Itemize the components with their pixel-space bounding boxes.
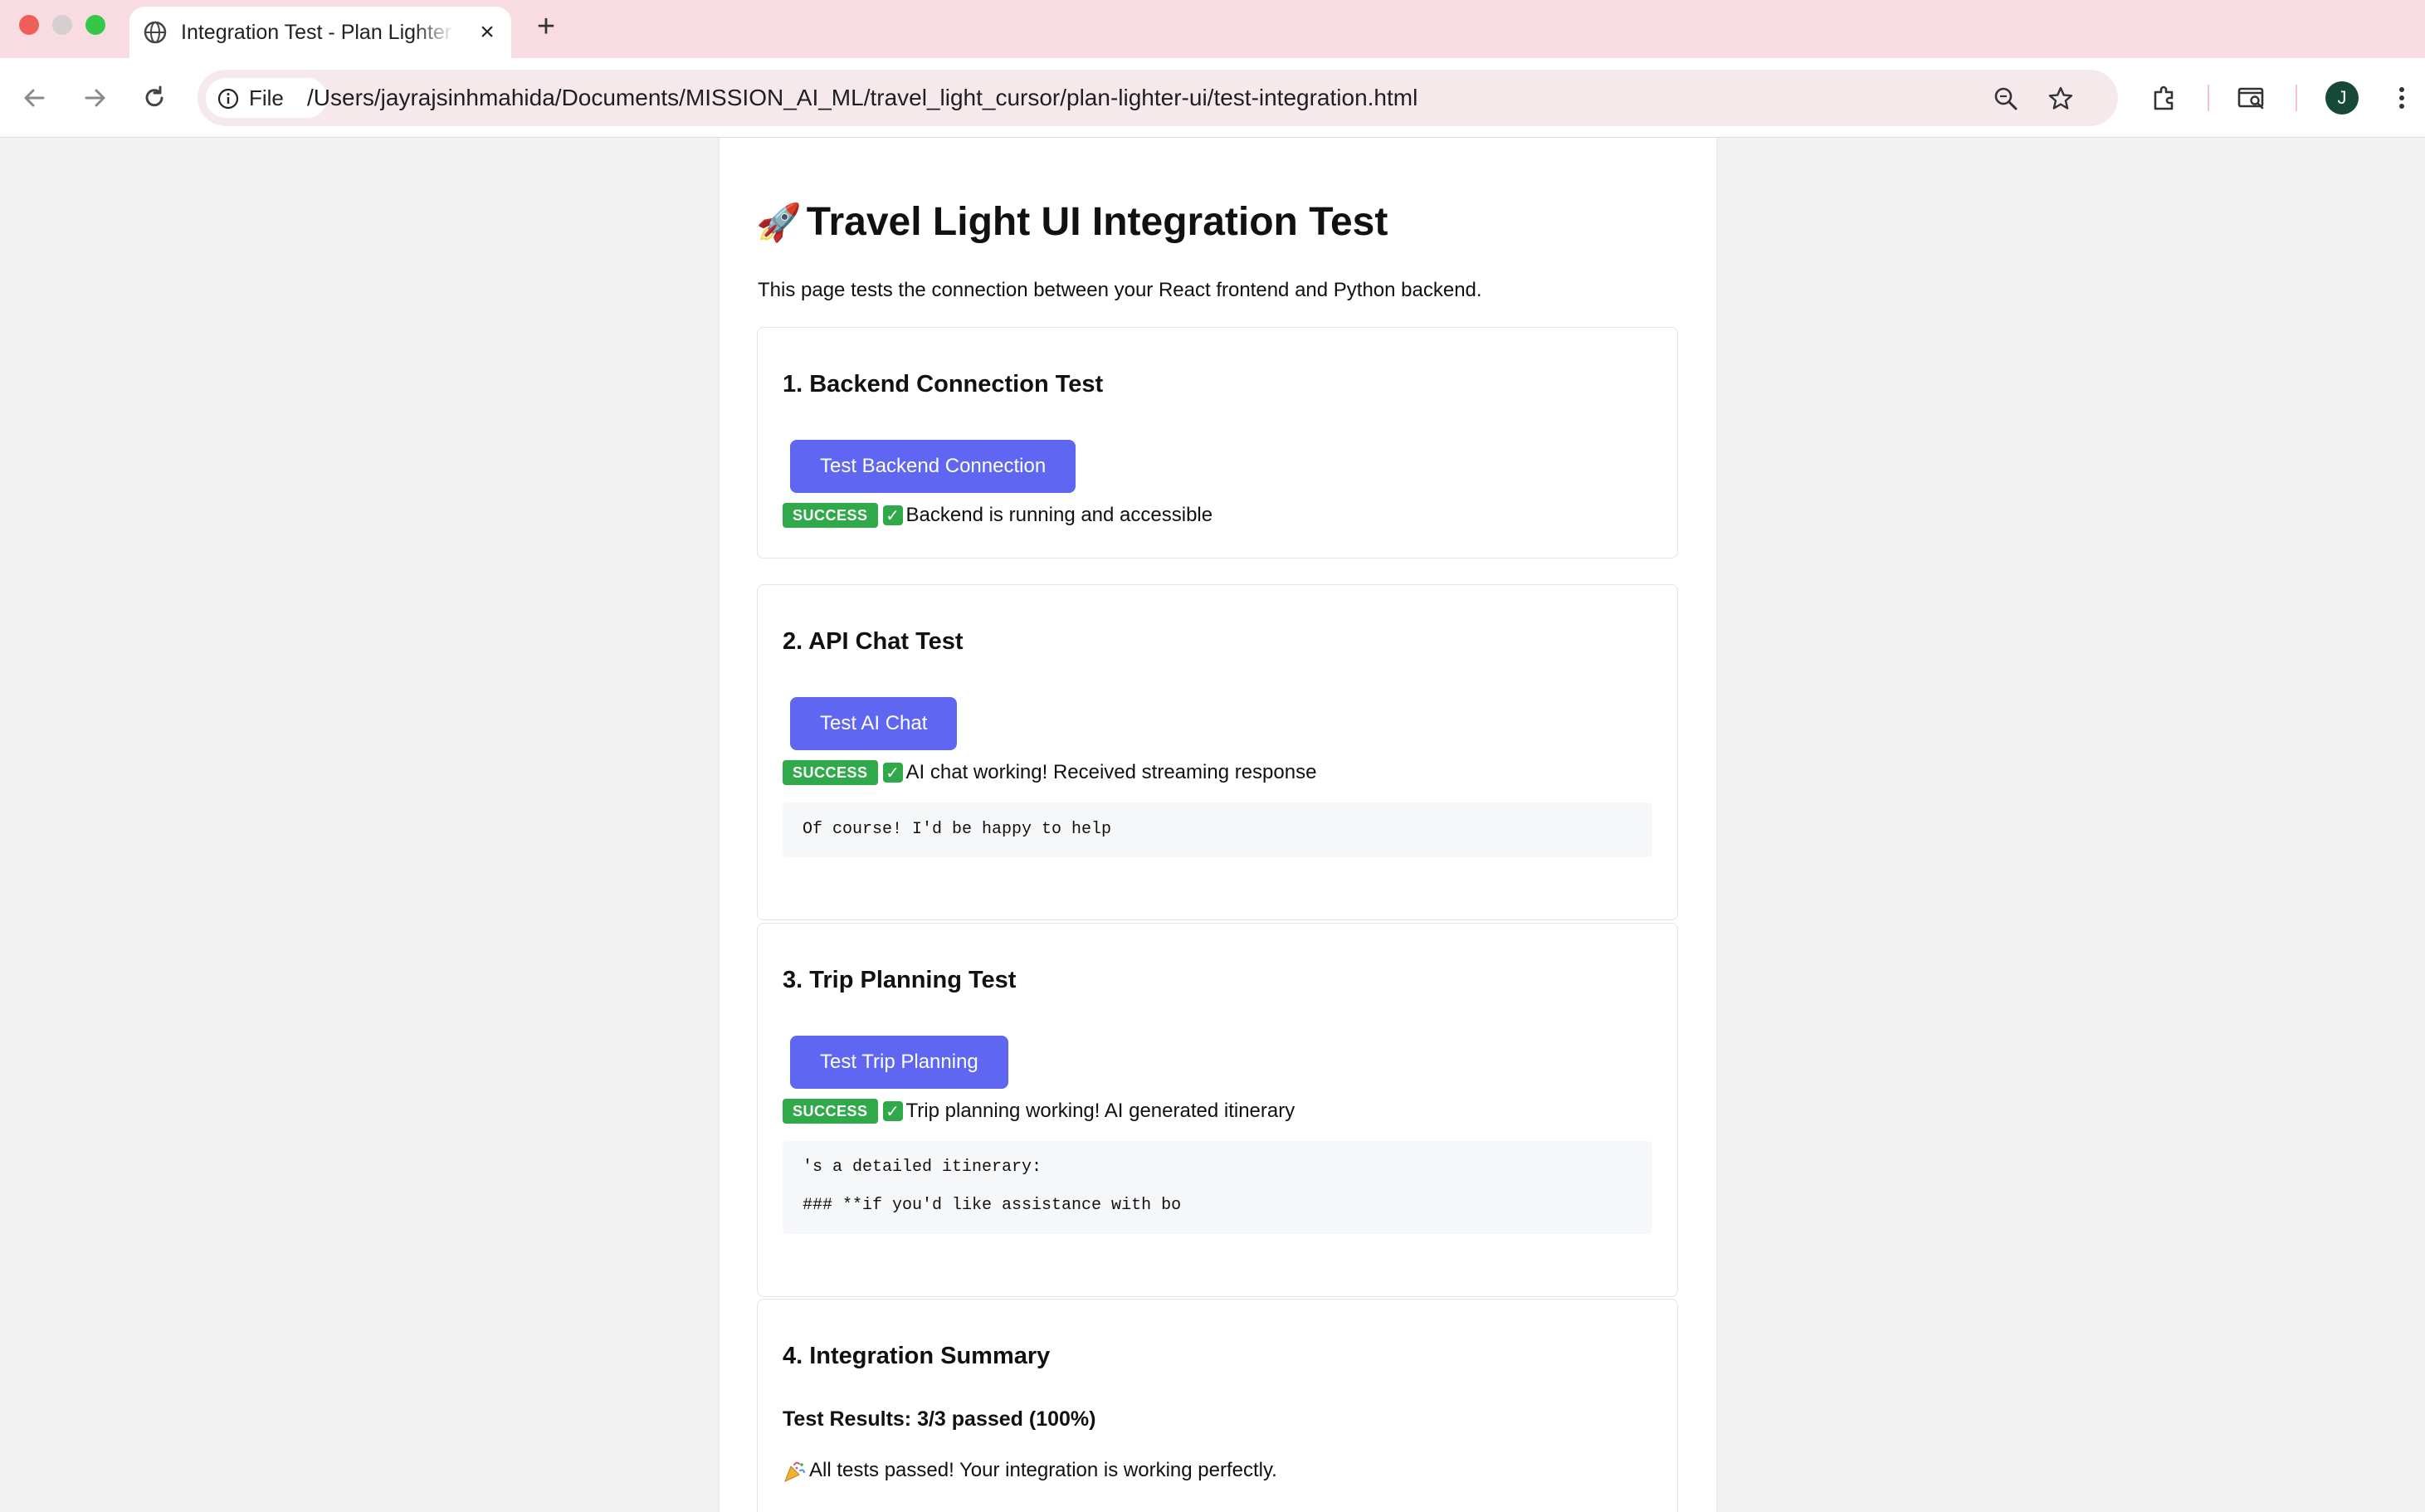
itinerary-output: 's a detailed itinerary: ### **if you'd … — [783, 1141, 1652, 1234]
output-line: ### **if you'd like assistance with bo — [803, 1196, 1182, 1215]
browser-tab-bar: Integration Test - Plan Lighter UI × + — [0, 0, 2425, 58]
status-line: SUCCESS ✓ Backend is running and accessibl… — [783, 502, 1212, 529]
page-title: 🚀 Travel Light UI Integration Test — [756, 198, 1388, 248]
globe-icon — [144, 21, 167, 44]
url-text[interactable]: /Users/jayrajsinhmahida/Documents/MISSIO… — [307, 84, 1417, 112]
api-chat-section: 2. API Chat Test Test AI Chat SUCCESS ✓ AI… — [757, 584, 1678, 920]
rocket-icon: 🚀 — [756, 202, 802, 243]
section-title: 1. Backend Connection Test — [783, 371, 1104, 398]
extensions-puzzle-icon[interactable] — [2149, 83, 2179, 113]
browser-toolbar: File /Users/jayrajsinhmahida/Documents/M… — [0, 58, 2425, 138]
test-backend-button[interactable]: Test Backend Connection — [790, 440, 1076, 493]
status-message: Trip planning working! AI generated itin… — [905, 1100, 1295, 1122]
check-mark-icon: ✓ — [882, 505, 903, 525]
status-line: SUCCESS ✓ Trip planning working! AI genera… — [783, 1098, 1295, 1124]
tab-title: Integration Test - Plan Lighter UI — [181, 21, 455, 44]
output-line: Of course! I'd be happy to help — [803, 820, 1112, 839]
check-mark-icon: ✓ — [882, 763, 903, 783]
tab-search-icon[interactable] — [2237, 83, 2266, 113]
status-message: Backend is running and accessible — [905, 504, 1213, 526]
summary-message-text: All tests passed! Your integration is wo… — [809, 1459, 1277, 1481]
more-menu-icon[interactable] — [2387, 83, 2417, 113]
toolbar-divider — [2296, 85, 2297, 111]
new-tab-button[interactable]: + — [529, 10, 563, 43]
section-title: 4. Integration Summary — [783, 1343, 1051, 1369]
close-window-button[interactable] — [19, 15, 39, 35]
page-container: 🚀 Travel Light UI Integration Test This p… — [720, 138, 1716, 1512]
reload-icon[interactable] — [136, 80, 173, 116]
toolbar-divider — [2208, 85, 2209, 111]
test-results-summary: Test Results: 3/3 passed (100%) — [783, 1407, 1096, 1431]
integration-summary-section: 4. Integration Summary Test Results: 3/3… — [757, 1299, 1678, 1512]
close-tab-icon[interactable]: × — [475, 20, 500, 45]
page-title-text: Travel Light UI Integration Test — [806, 200, 1388, 244]
test-ai-chat-button[interactable]: Test AI Chat — [790, 697, 958, 750]
check-mark-icon: ✓ — [882, 1101, 903, 1121]
file-chip-label: File — [249, 85, 284, 110]
summary-message: All tests passed! Your integration is wo… — [783, 1457, 1277, 1484]
response-output: Of course! I'd be happy to help — [783, 802, 1652, 857]
section-title: 2. API Chat Test — [783, 628, 964, 655]
success-badge: SUCCESS — [783, 760, 878, 785]
browser-tab-active[interactable]: Integration Test - Plan Lighter UI × — [129, 7, 511, 58]
info-icon — [217, 88, 239, 110]
backend-connection-section: 1. Backend Connection Test Test Backend … — [757, 327, 1678, 558]
trip-planning-section: 3. Trip Planning Test Test Trip Planning… — [757, 923, 1678, 1297]
forward-arrow-icon[interactable] — [76, 80, 113, 116]
status-line: SUCCESS ✓ AI chat working! Received stream… — [783, 759, 1316, 786]
status-message: AI chat working! Received streaming resp… — [905, 761, 1317, 783]
section-title: 3. Trip Planning Test — [783, 967, 1017, 993]
intro-text: This page tests the connection between y… — [758, 279, 1482, 301]
page-viewport: 🚀 Travel Light UI Integration Test This p… — [0, 138, 2425, 1512]
party-popper-icon — [784, 1461, 805, 1482]
output-line: 's a detailed itinerary: — [803, 1158, 1042, 1177]
success-badge: SUCCESS — [783, 503, 878, 528]
maximize-window-button[interactable] — [85, 15, 105, 35]
test-trip-planning-button[interactable]: Test Trip Planning — [790, 1036, 1008, 1089]
profile-avatar[interactable]: J — [2325, 81, 2359, 115]
minimize-window-button[interactable] — [52, 15, 72, 35]
back-arrow-icon[interactable] — [17, 80, 53, 116]
address-bar[interactable]: File /Users/jayrajsinhmahida/Documents/M… — [198, 70, 2118, 126]
bookmark-star-icon[interactable] — [2047, 85, 2075, 113]
zoom-icon[interactable] — [1992, 85, 2020, 113]
success-badge: SUCCESS — [783, 1099, 878, 1124]
